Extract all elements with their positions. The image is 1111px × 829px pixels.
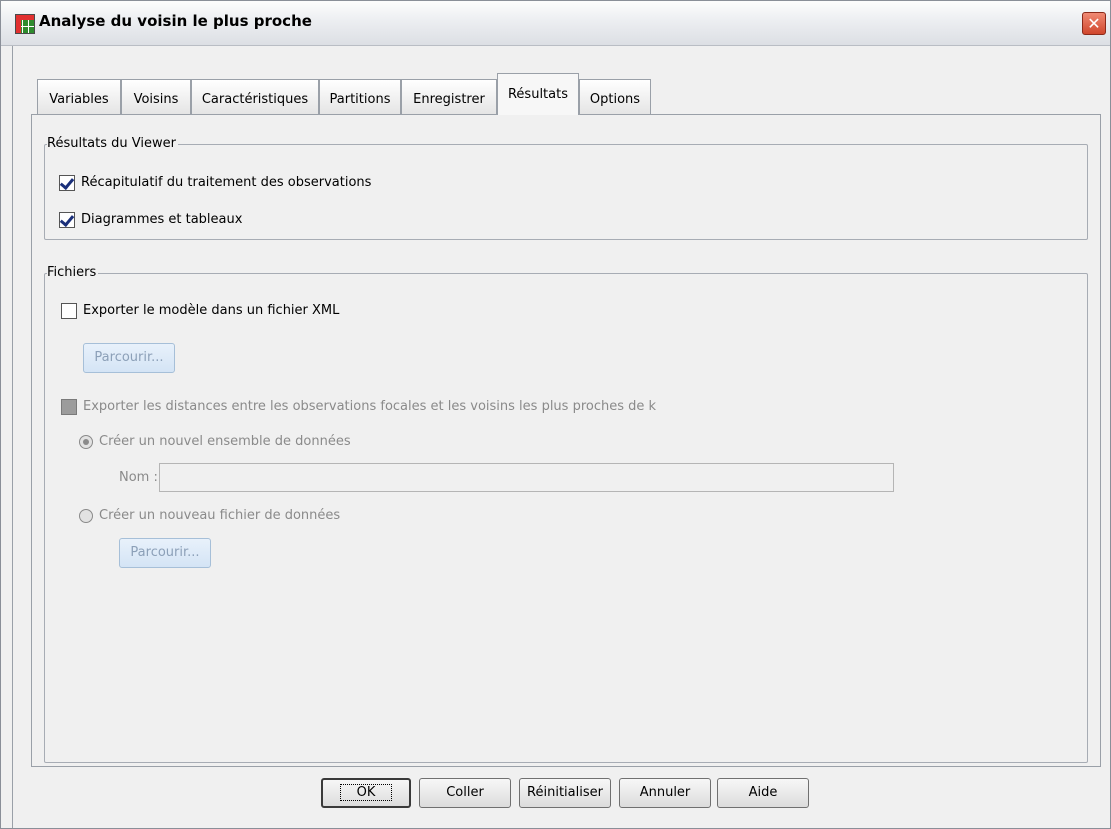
left-frame-edge	[12, 46, 13, 828]
tab-resultats[interactable]: Résultats	[497, 73, 579, 115]
tab-partitions[interactable]: Partitions	[319, 79, 401, 115]
ok-button[interactable]: OK	[321, 778, 411, 808]
tab-enregistrer[interactable]: Enregistrer	[401, 79, 497, 115]
cancel-button[interactable]: Annuler	[619, 778, 711, 808]
charts-tables-checkbox[interactable]	[59, 212, 75, 228]
browse-xml-button[interactable]: Parcourir...	[83, 343, 175, 373]
tab-panel-resultats: Résultats du Viewer Récapitulatif du tra…	[31, 114, 1101, 767]
tab-caracteristiques[interactable]: Caractéristiques	[191, 79, 319, 115]
dialog-window: Analyse du voisin le plus proche ✕ Varia…	[0, 0, 1111, 829]
charts-tables-checkbox-label: Diagrammes et tableaux	[81, 212, 243, 227]
files-group-title: Fichiers	[47, 265, 99, 281]
ok-button-label: OK	[339, 784, 393, 801]
title-bar: Analyse du voisin le plus proche ✕	[1, 1, 1110, 46]
spss-data-icon	[15, 14, 35, 34]
files-group: Fichiers Exporter le modèle dans un fich…	[44, 265, 1088, 763]
name-label: Nom :	[119, 470, 158, 485]
browse-datafile-button[interactable]: Parcourir...	[119, 538, 211, 568]
tab-options[interactable]: Options	[579, 79, 651, 115]
new-datafile-radio[interactable]	[79, 509, 93, 523]
export-distances-label: Exporter les distances entre les observa…	[83, 399, 657, 414]
help-button[interactable]: Aide	[717, 778, 809, 808]
new-dataset-radio[interactable]	[79, 435, 93, 449]
paste-button[interactable]: Coller	[419, 778, 511, 808]
close-icon: ✕	[1087, 14, 1101, 33]
summary-checkbox[interactable]	[59, 175, 75, 191]
dataset-name-input[interactable]	[159, 463, 894, 492]
window-title: Analyse du voisin le plus proche	[39, 12, 312, 30]
close-button[interactable]: ✕	[1082, 12, 1106, 35]
summary-checkbox-label: Récapitulatif du traitement des observat…	[81, 175, 372, 190]
tab-variables[interactable]: Variables	[37, 79, 121, 115]
viewer-group-title: Résultats du Viewer	[47, 136, 178, 152]
new-dataset-radio-label: Créer un nouvel ensemble de données	[99, 434, 351, 449]
export-distances-checkbox[interactable]	[61, 399, 77, 415]
tab-voisins[interactable]: Voisins	[121, 79, 191, 115]
new-datafile-radio-label: Créer un nouveau fichier de données	[99, 508, 341, 523]
export-xml-label: Exporter le modèle dans un fichier XML	[83, 303, 340, 318]
viewer-output-group: Résultats du Viewer Récapitulatif du tra…	[44, 136, 1088, 240]
reset-button[interactable]: Réinitialiser	[519, 778, 611, 808]
export-xml-checkbox[interactable]	[61, 303, 77, 319]
